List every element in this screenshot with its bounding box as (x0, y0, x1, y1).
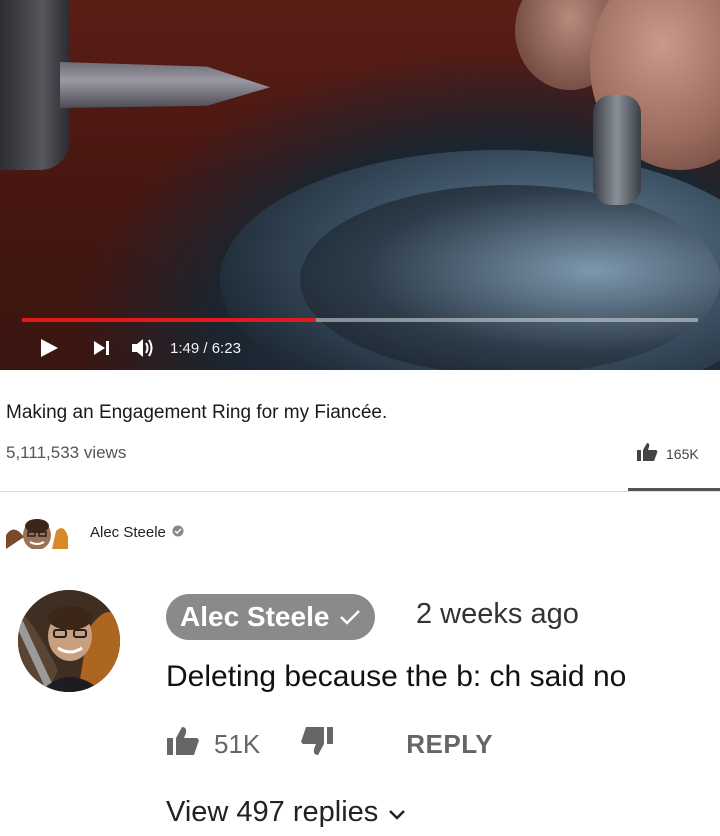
chevron-down-icon (388, 796, 406, 829)
player-controls: 1:49 / 6:23 (38, 334, 241, 362)
comment-like-button[interactable]: 51K (166, 726, 260, 763)
like-count: 165K (666, 445, 699, 462)
verified-check-icon (339, 601, 361, 633)
thumbs-up-icon (636, 442, 658, 465)
reply-button[interactable]: REPLY (406, 729, 493, 760)
divider (0, 491, 720, 492)
current-time: 1:49 (170, 339, 200, 357)
progress-bar-fill (22, 318, 317, 322)
comment-text: Deleting because the b: ch said no (166, 660, 627, 693)
volume-icon[interactable] (130, 337, 156, 359)
play-icon[interactable] (38, 337, 60, 359)
view-replies-button[interactable]: View 497 replies (166, 796, 406, 829)
time-separator: / (203, 339, 208, 357)
video-frame-tool-tip (60, 62, 270, 108)
video-frame-bowl-inner (300, 185, 720, 370)
thumbs-up-icon (166, 726, 200, 763)
comment-actions: 51K REPLY (166, 726, 493, 763)
channel-name-row[interactable]: Alec Steele (90, 524, 184, 541)
comment-author: Alec Steele (180, 601, 330, 632)
thumbs-down-icon (300, 726, 334, 763)
comment-timestamp[interactable]: 2 weeks ago (416, 598, 579, 631)
verified-icon (172, 524, 184, 541)
progress-bar[interactable] (22, 318, 698, 322)
video-frame-ring-pin (593, 95, 641, 205)
comment-avatar[interactable] (18, 590, 120, 692)
duration: 6:23 (211, 339, 241, 357)
video-title: Making an Engagement Ring for my Fiancée… (6, 402, 388, 423)
view-count: 5,111,533 views (6, 443, 127, 462)
comment-author-badge[interactable]: Alec Steele (166, 594, 376, 640)
like-indicator (628, 488, 720, 491)
channel-avatar[interactable] (6, 513, 68, 549)
channel-name: Alec Steele (90, 524, 166, 541)
video-frame-tool (0, 0, 70, 170)
dislike-button[interactable] (300, 726, 334, 763)
time-display: 1:49 / 6:23 (170, 340, 241, 357)
comment-like-count: 51K (214, 729, 261, 759)
next-icon[interactable] (92, 338, 112, 358)
video-player[interactable]: 1:49 / 6:23 (0, 0, 720, 370)
like-button[interactable]: 165K (636, 442, 699, 465)
view-replies-label: View 497 replies (166, 796, 379, 828)
